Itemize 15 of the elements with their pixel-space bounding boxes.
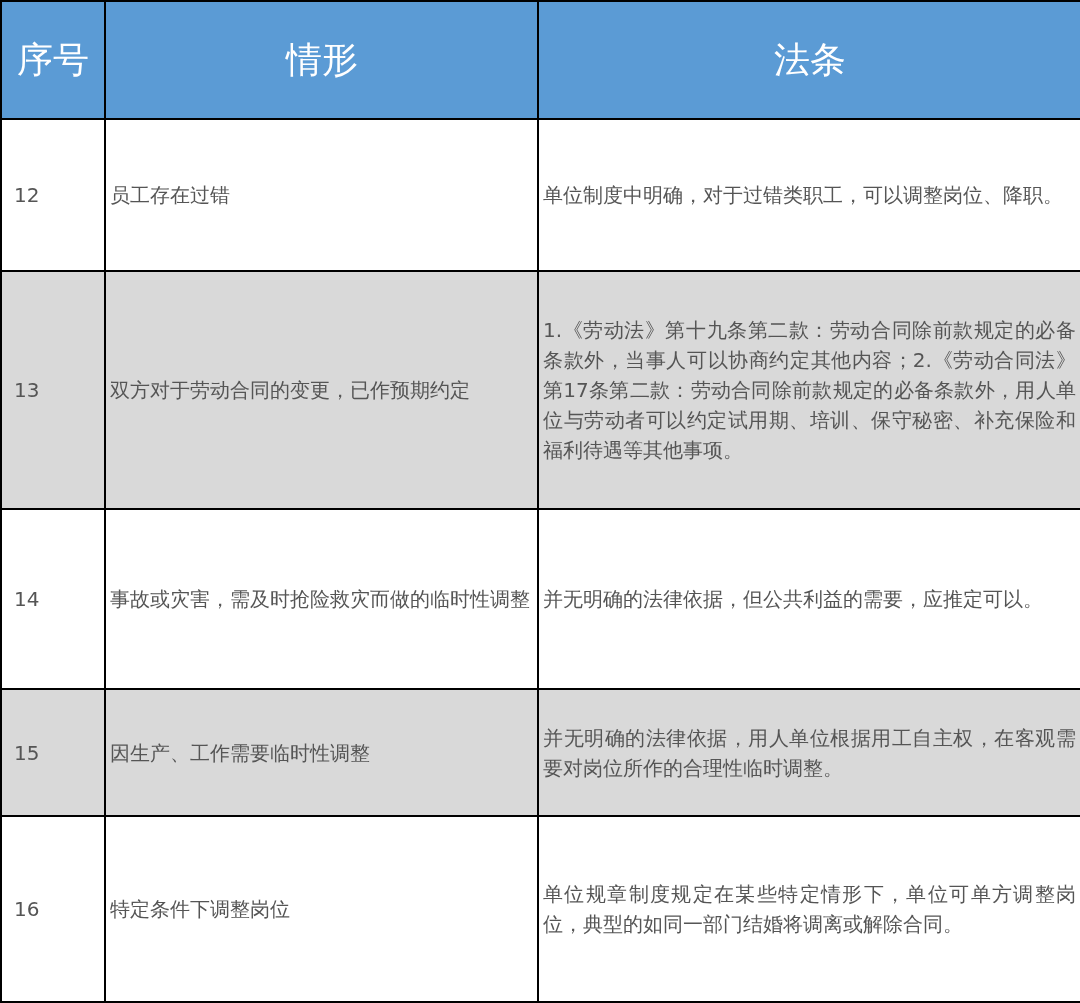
table-cell: 12	[2, 120, 106, 272]
table-cell: 14	[2, 510, 106, 690]
table-cell: 并无明确的法律依据，用人单位根据用工自主权，在客观需要对岗位所作的合理性临时调整。	[539, 690, 1080, 817]
table-cell: 事故或灾害，需及时抢险救灾而做的临时性调整	[106, 510, 539, 690]
column-header: 法条	[539, 2, 1080, 120]
table-cell: 1.《劳动法》第十九条第二款：劳动合同除前款规定的必备条款外，当事人可以协商约定其他内容；2.《劳动合同法》第17条第二款：劳动合同除前款规定的必备条款外，用人单位与劳动者可以约定试用期、培训、保守秘密、补充保险和福利待遇等其他事项。	[539, 272, 1080, 510]
table-cell: 因生产、工作需要临时性调整	[106, 690, 539, 817]
table-cell: 特定条件下调整岗位	[106, 817, 539, 1003]
table-cell: 16	[2, 817, 106, 1003]
column-header: 序号	[2, 2, 106, 120]
table-cell: 员工存在过错	[106, 120, 539, 272]
column-header: 情形	[106, 2, 539, 120]
table-cell: 13	[2, 272, 106, 510]
table-cell: 双方对于劳动合同的变更，已作预期约定	[106, 272, 539, 510]
table-cell: 15	[2, 690, 106, 817]
